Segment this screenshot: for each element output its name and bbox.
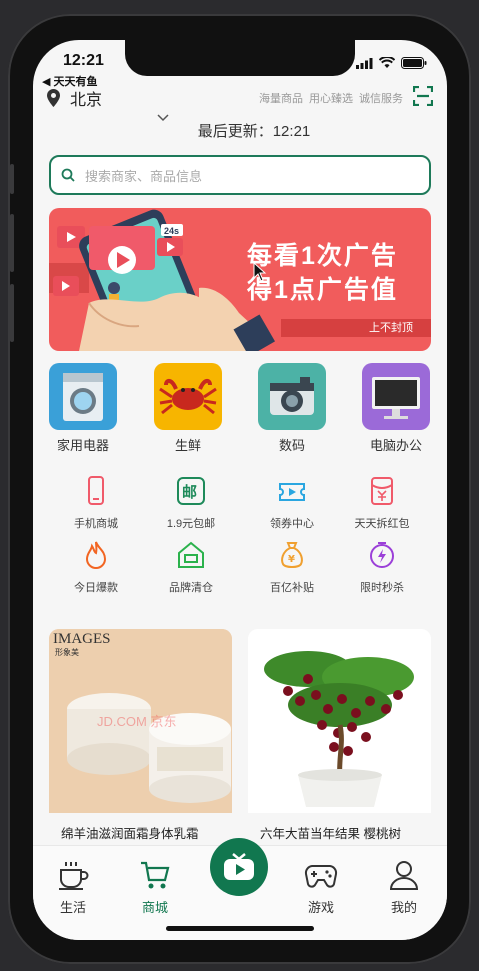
service-promises: 海量商品 用心臻选 诚信服务 bbox=[259, 90, 403, 106]
category-tile bbox=[154, 363, 222, 430]
product-brand: IMAGES bbox=[53, 631, 111, 647]
category-label: 电脑办公 bbox=[369, 438, 422, 453]
category-label: 数码 bbox=[278, 438, 305, 453]
banner-badge: 24s bbox=[164, 226, 179, 236]
tv-play-icon bbox=[224, 853, 254, 880]
mute-switch bbox=[10, 164, 14, 194]
tab-label: 生活 bbox=[59, 900, 86, 915]
last-update-text: 最后更新：12:21 bbox=[197, 123, 311, 140]
ad-banner[interactable]: 24s 每看1次广告 得1点广告值 上不封顶 bbox=[49, 208, 431, 351]
service-flash-sale[interactable]: 限时秒杀 bbox=[332, 540, 432, 595]
app-screen: 12:21 ◀ 天天有鱼 北京 海量商品 用心臻选 诚信服务 最后更新：12:2… bbox=[33, 40, 447, 940]
product-image bbox=[248, 629, 431, 813]
search-icon bbox=[61, 168, 75, 182]
banner-headline-1: 每看1次广告 bbox=[247, 242, 398, 270]
service-free-shipping[interactable]: 邮 1.9元包邮 bbox=[141, 476, 241, 531]
product-brand-sub: 形象美 bbox=[55, 648, 79, 657]
category-tile bbox=[258, 363, 326, 430]
service-label: 天天拆红包 bbox=[354, 518, 410, 530]
tab-mine[interactable]: 我的 bbox=[374, 860, 434, 916]
crab-icon bbox=[159, 378, 217, 415]
service-red-packet[interactable]: 天天拆红包 bbox=[332, 476, 432, 531]
status-icons bbox=[356, 57, 427, 69]
tab-mall[interactable]: 商城 bbox=[125, 860, 185, 916]
home-indicator[interactable] bbox=[166, 926, 314, 931]
wifi-icon bbox=[379, 57, 395, 68]
gamepad-icon bbox=[304, 865, 338, 888]
service-subsidy[interactable]: ¥ 百亿补贴 bbox=[242, 540, 342, 595]
service-label: 品牌清仓 bbox=[169, 582, 213, 594]
tab-video[interactable] bbox=[210, 838, 268, 896]
category-label: 家用电器 bbox=[56, 438, 109, 453]
red-packet-icon bbox=[371, 477, 393, 505]
service-label: 今日爆款 bbox=[74, 582, 118, 594]
phone-icon bbox=[88, 476, 104, 505]
volume-down-button bbox=[10, 284, 14, 342]
banner-headline-2: 得1点广告值 bbox=[247, 276, 398, 304]
category-label: 生鲜 bbox=[174, 438, 201, 453]
search-bar[interactable]: 搜索商家、商品信息 bbox=[49, 155, 431, 195]
battery-icon bbox=[401, 57, 427, 69]
service-today-hot[interactable]: 今日爆款 bbox=[46, 540, 146, 595]
service-label: 手机商城 bbox=[74, 518, 118, 530]
service-label: 领券中心 bbox=[270, 518, 314, 530]
top-bar: 北京 海量商品 用心臻选 诚信服务 bbox=[33, 86, 447, 110]
category-row: 家用电器 生鲜 数码 电脑办公 bbox=[33, 363, 447, 453]
svg-text:¥: ¥ bbox=[288, 554, 295, 565]
tab-games[interactable]: 游戏 bbox=[291, 860, 351, 916]
notch bbox=[125, 40, 355, 76]
tab-label: 游戏 bbox=[307, 900, 334, 915]
search-input[interactable]: 搜索商家、商品信息 bbox=[85, 166, 202, 185]
store-icon bbox=[178, 541, 204, 568]
location-pin-icon bbox=[47, 89, 60, 107]
banner-tag: 上不封顶 bbox=[281, 319, 431, 337]
signal-icon bbox=[356, 57, 373, 69]
service-label: 1.9元包邮 bbox=[166, 518, 216, 530]
product-card[interactable]: 六年大苗当年结果 樱桃树 bbox=[248, 629, 431, 842]
product-title: 绵羊油滋润面霜身体乳霜 bbox=[61, 827, 199, 841]
coupon-icon bbox=[279, 483, 305, 501]
scan-icon[interactable] bbox=[413, 86, 433, 106]
money-bag-icon: ¥ bbox=[281, 542, 303, 568]
tab-label: 我的 bbox=[390, 900, 417, 915]
volume-up-button bbox=[10, 214, 14, 272]
product-image: IMAGES 形象美 JD.COM 京东 bbox=[49, 629, 232, 813]
user-icon bbox=[389, 861, 419, 890]
service-label: 限时秒杀 bbox=[360, 582, 404, 594]
service-phone-mall[interactable]: 手机商城 bbox=[46, 476, 146, 531]
product-title: 六年大苗当年结果 樱桃树 bbox=[260, 827, 401, 841]
category-tile bbox=[49, 363, 117, 430]
shopping-cart-icon bbox=[141, 861, 170, 889]
location-selector[interactable]: 北京 bbox=[47, 86, 102, 110]
category-computer-office[interactable]: 电脑办公 bbox=[356, 363, 436, 454]
washing-machine-icon bbox=[63, 373, 103, 421]
coffee-cup-icon bbox=[59, 862, 89, 890]
cherry-tree-image bbox=[248, 629, 431, 813]
promise-text: 海量商品 bbox=[259, 93, 303, 105]
service-label: 百亿补贴 bbox=[270, 582, 314, 594]
service-coupon-center[interactable]: 领券中心 bbox=[242, 476, 342, 531]
category-digital[interactable]: 数码 bbox=[252, 363, 332, 454]
category-home-appliances[interactable]: 家用电器 bbox=[43, 363, 123, 454]
promise-text: 诚信服务 bbox=[359, 93, 403, 105]
category-tile bbox=[362, 363, 430, 430]
mouse-cursor-icon bbox=[253, 262, 267, 282]
mail-icon: 邮 bbox=[177, 477, 205, 505]
promise-text: 用心臻选 bbox=[309, 93, 353, 105]
service-brand-clearance[interactable]: 品牌清仓 bbox=[141, 540, 241, 595]
tab-label: 商城 bbox=[141, 900, 168, 915]
status-time: 12:21 bbox=[63, 52, 104, 69]
category-fresh-food[interactable]: 生鲜 bbox=[148, 363, 228, 454]
fire-icon bbox=[85, 541, 107, 569]
product-watermark: JD.COM 京东 bbox=[97, 714, 177, 729]
lightning-icon bbox=[370, 542, 394, 568]
tab-life[interactable]: 生活 bbox=[43, 860, 103, 916]
monitor-icon bbox=[372, 377, 420, 419]
location-label: 北京 bbox=[70, 92, 103, 109]
update-row: 最后更新：12:21 bbox=[33, 114, 447, 140]
camera-icon bbox=[270, 377, 314, 415]
svg-text:邮: 邮 bbox=[182, 483, 197, 501]
product-card[interactable]: IMAGES 形象美 JD.COM 京东 绵羊油滋润面霜身体乳霜 bbox=[49, 629, 232, 842]
